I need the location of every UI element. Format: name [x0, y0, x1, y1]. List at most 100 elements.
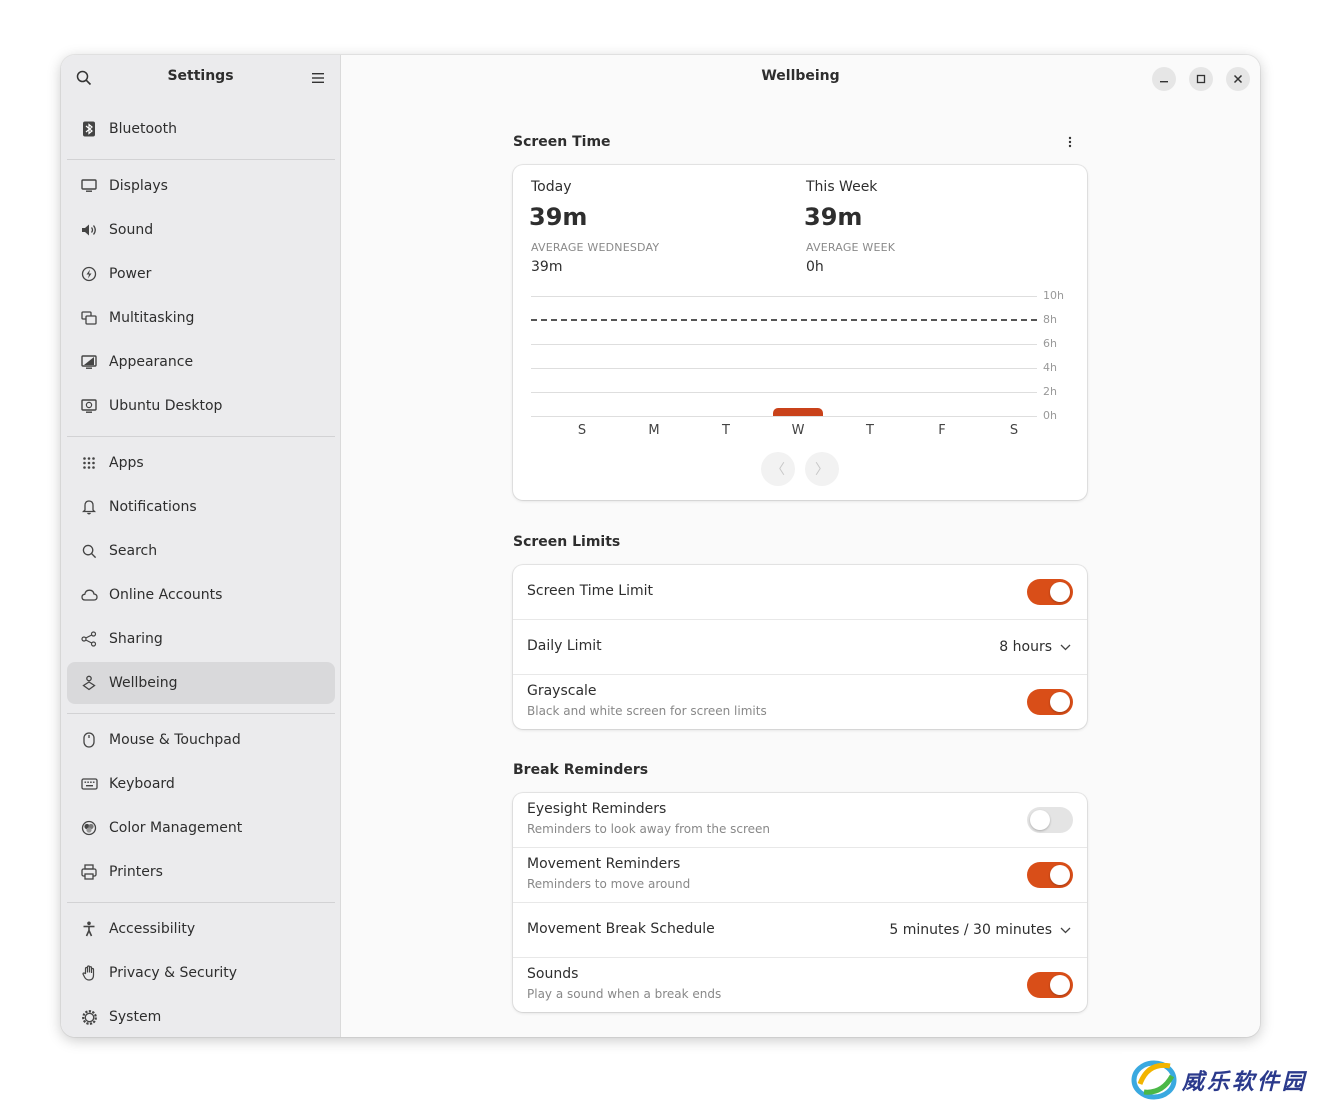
chart-gridline — [531, 416, 1037, 417]
sidebar-item-label: System — [109, 1009, 162, 1025]
chevron-down-icon — [1060, 927, 1071, 933]
sidebar-item-keyboard[interactable]: Keyboard — [67, 763, 335, 805]
chart-limit-line — [531, 319, 1037, 321]
grayscale-switch[interactable] — [1027, 689, 1073, 715]
search-icon — [80, 542, 98, 560]
sidebar-item-accessibility[interactable]: Accessibility — [67, 908, 335, 950]
sidebar-item-multitasking[interactable]: Multitasking — [67, 297, 335, 339]
sidebar-item-label: Color Management — [109, 820, 243, 836]
sidebar-item-ubuntu-desktop[interactable]: Ubuntu Desktop — [67, 385, 335, 427]
row-subtitle: Play a sound when a break ends — [527, 987, 722, 1001]
sidebar-item-label: Printers — [109, 864, 163, 880]
screen-time-section-title: Screen Time — [513, 134, 611, 150]
bluetooth-icon — [80, 120, 98, 138]
sidebar-divider — [67, 159, 335, 160]
daily-limit-row[interactable]: Daily Limit 8 hours — [513, 619, 1087, 675]
close-icon — [1233, 74, 1243, 84]
sidebar-item-appearance[interactable]: Appearance — [67, 341, 335, 383]
sidebar-item-label: Search — [109, 543, 158, 559]
chevron-down-icon — [1060, 644, 1071, 650]
sidebar-item-label: Power — [109, 266, 152, 282]
sidebar-item-sound[interactable]: Sound — [67, 209, 335, 251]
chart-y-tick-label: 0h — [1043, 409, 1057, 422]
close-button[interactable] — [1226, 67, 1250, 91]
screen-time-limit-switch[interactable] — [1027, 579, 1073, 605]
chart-bar — [773, 408, 823, 416]
accessibility-icon — [80, 920, 98, 938]
apps-grid-icon — [80, 454, 98, 472]
today-average-value: 39m — [531, 259, 563, 275]
sidebar-item-bluetooth[interactable]: Bluetooth — [67, 108, 335, 150]
row-title: Movement Break Schedule — [527, 921, 715, 937]
settings-window: Settings Bluetooth Displays Sound Power … — [61, 55, 1260, 1037]
sidebar-divider — [67, 902, 335, 903]
sidebar-item-label: Sharing — [109, 631, 163, 647]
sidebar-item-sharing[interactable]: Sharing — [67, 618, 335, 660]
sidebar-item-power[interactable]: Power — [67, 253, 335, 295]
eyesight-reminders-switch[interactable] — [1027, 807, 1073, 833]
previous-week-button[interactable]: 〈 — [761, 452, 795, 486]
row-subtitle: Reminders to move around — [527, 877, 691, 891]
row-title: Sounds — [527, 966, 579, 982]
today-value: 39m — [529, 203, 588, 231]
row-title: Grayscale — [527, 683, 597, 699]
sidebar-item-label: Multitasking — [109, 310, 195, 326]
sidebar-item-privacy-security[interactable]: Privacy & Security — [67, 952, 335, 994]
sidebar-item-wellbeing[interactable]: Wellbeing — [67, 662, 335, 704]
movement-reminders-row: Movement Reminders Reminders to move aro… — [513, 847, 1087, 903]
sidebar-item-printers[interactable]: Printers — [67, 851, 335, 893]
sidebar-item-label: Apps — [109, 455, 144, 471]
chevron-left-icon: 〈 — [771, 462, 785, 478]
sidebar-item-search[interactable]: Search — [67, 530, 335, 572]
sidebar-item-displays[interactable]: Displays — [67, 165, 335, 207]
sidebar-item-label: Displays — [109, 178, 168, 194]
chart-y-tick-label: 4h — [1043, 361, 1057, 374]
next-week-button[interactable]: 〉 — [805, 452, 839, 486]
week-value: 39m — [804, 203, 863, 231]
today-label: Today — [531, 179, 572, 195]
chart-y-tick-label: 10h — [1043, 289, 1064, 302]
sidebar-item-color-management[interactable]: Color Management — [67, 807, 335, 849]
page-title: Wellbeing — [761, 68, 840, 84]
display-icon — [80, 177, 98, 195]
chart-x-tick-label: M — [648, 423, 660, 438]
chart-x-tick-label: T — [866, 423, 874, 438]
screen-time-limit-row: Screen Time Limit — [513, 565, 1087, 620]
week-average-caption: AVERAGE WEEK — [806, 241, 896, 254]
wellbeing-icon — [80, 674, 98, 692]
keyboard-icon — [80, 775, 98, 793]
chart-gridline — [531, 368, 1037, 369]
ubuntu-desktop-icon — [80, 397, 98, 415]
sidebar-item-label: Notifications — [109, 499, 197, 515]
maximize-button[interactable] — [1189, 67, 1213, 91]
grayscale-row: Grayscale Black and white screen for scr… — [513, 674, 1087, 730]
movement-break-schedule-row[interactable]: Movement Break Schedule 5 minutes / 30 m… — [513, 902, 1087, 958]
sidebar-item-system[interactable]: System — [67, 996, 335, 1037]
sidebar-item-notifications[interactable]: Notifications — [67, 486, 335, 528]
more-options-icon[interactable] — [1058, 130, 1082, 154]
row-title: Eyesight Reminders — [527, 801, 667, 817]
hamburger-menu-icon[interactable] — [306, 66, 330, 90]
dropdown-value: 5 minutes / 30 minutes — [889, 922, 1052, 938]
movement-reminders-switch[interactable] — [1027, 862, 1073, 888]
chart-x-tick-label: S — [1009, 423, 1019, 438]
hand-icon — [80, 964, 98, 982]
chart-gridline — [531, 344, 1037, 345]
today-average-caption: AVERAGE WEDNESDAY — [531, 241, 660, 254]
sidebar-item-label: Online Accounts — [109, 587, 223, 603]
break-schedule-dropdown[interactable]: 5 minutes / 30 minutes — [889, 922, 1071, 938]
sounds-switch[interactable] — [1027, 972, 1073, 998]
sidebar-item-apps[interactable]: Apps — [67, 442, 335, 484]
daily-limit-dropdown[interactable]: 8 hours — [999, 639, 1071, 655]
row-subtitle: Reminders to look away from the screen — [527, 822, 771, 836]
maximize-icon — [1196, 74, 1206, 84]
sidebar-header: Settings — [61, 55, 340, 101]
printer-icon — [80, 863, 98, 881]
sidebar-item-online-accounts[interactable]: Online Accounts — [67, 574, 335, 616]
sidebar-item-label: Appearance — [109, 354, 194, 370]
color-icon — [80, 819, 98, 837]
sidebar-item-label: Bluetooth — [109, 121, 177, 137]
minimize-button[interactable] — [1152, 67, 1176, 91]
row-title: Daily Limit — [527, 638, 602, 654]
sidebar-item-mouse-touchpad[interactable]: Mouse & Touchpad — [67, 719, 335, 761]
